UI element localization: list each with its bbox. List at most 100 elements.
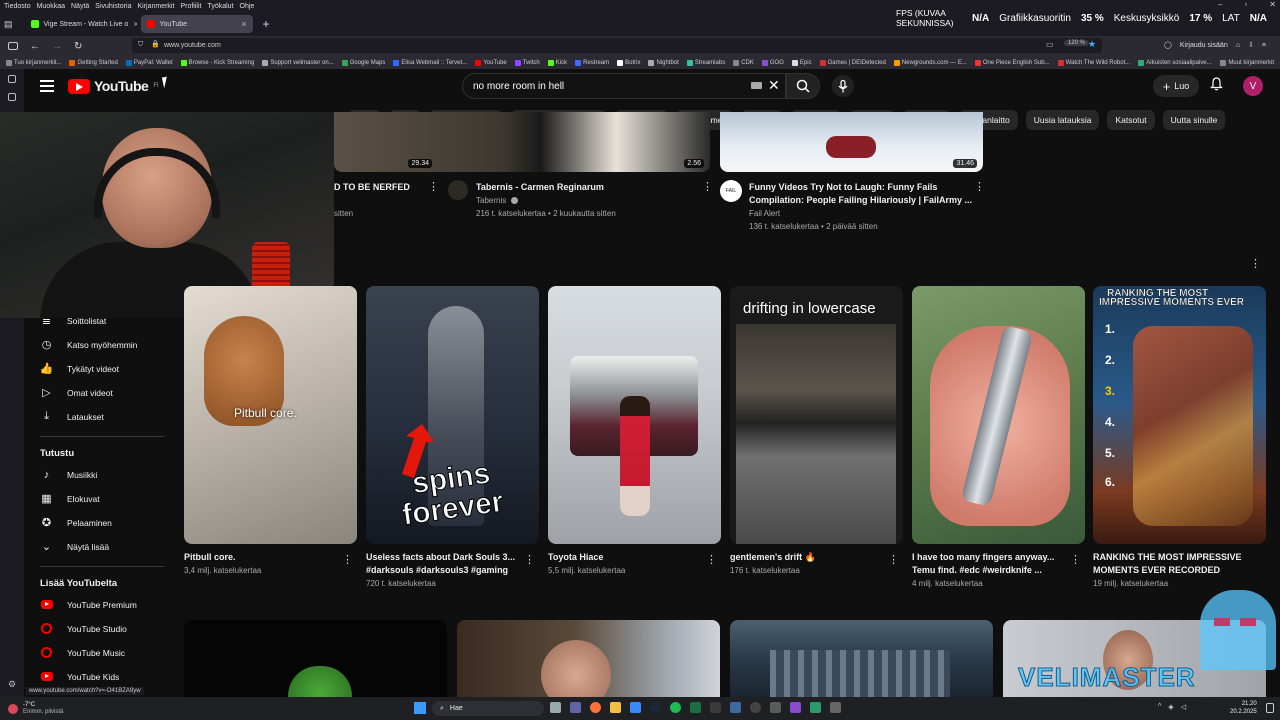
clock-time[interactable]: 21.20	[1242, 700, 1257, 708]
bookmark-item[interactable]: Aikuisten sosiaalipalve...	[1138, 59, 1212, 66]
taskbar-search[interactable]: ⌕ Hae	[432, 701, 544, 716]
lock-icon[interactable]: 🔒	[151, 40, 160, 48]
channel-name[interactable]: Tabernis	[476, 194, 506, 207]
menu-file[interactable]: Tiedosto	[4, 3, 31, 10]
sidebar-item-music[interactable]: ♪ Musiikki	[40, 468, 97, 481]
menu-profiles[interactable]: Profiilit	[180, 3, 201, 10]
firefox-icon[interactable]	[590, 702, 601, 713]
new-tab-icon[interactable]: +	[263, 17, 270, 31]
tab-youtube[interactable]: YouTube ×	[140, 15, 253, 33]
bookmark-item[interactable]: CDK	[733, 59, 754, 66]
signin-link[interactable]: Kirjaudu sisään	[1180, 42, 1228, 49]
store-icon[interactable]	[630, 702, 641, 713]
bookmark-item[interactable]: PayPal: Wallet	[125, 59, 173, 66]
bookmark-item[interactable]: Botrix	[617, 59, 640, 66]
short-thumbnail[interactable]: drifting in lowercase	[730, 286, 903, 544]
network-icon[interactable]: ◈	[1168, 703, 1173, 711]
reader-view-icon[interactable]: ▭	[1046, 40, 1054, 49]
tab-vige-stream[interactable]: Vige Stream - Watch Live o ×	[25, 15, 137, 33]
menu-view[interactable]: Näytä	[71, 3, 89, 10]
address-bar[interactable]: ⛉ 🔒 www.youtube.com ▭ 120 % ★	[132, 38, 1102, 53]
channel-avatar[interactable]: FAIL	[720, 180, 742, 202]
teams-icon[interactable]	[570, 702, 581, 713]
app-icon[interactable]	[770, 702, 781, 713]
zoom-level[interactable]: 120 %	[1064, 40, 1090, 46]
short-thumbnail[interactable]: Pitbull core.	[184, 286, 357, 544]
sidebar-item-youtube-music[interactable]: YouTube Music	[40, 646, 125, 659]
bookmark-item[interactable]: Games | DEIDetected	[819, 59, 886, 66]
channel-avatar[interactable]	[448, 180, 468, 200]
bookmark-item[interactable]: Tuo kirjanmerkit...	[6, 59, 61, 66]
video-title[interactable]: Tabernis - Carmen Reginarum	[476, 181, 604, 193]
menu-history[interactable]: Sivuhistoria	[95, 3, 131, 10]
volume-icon[interactable]: ◁	[1181, 703, 1186, 711]
more-options-icon[interactable]: ⋮	[888, 553, 899, 566]
more-options-icon[interactable]: ⋮	[974, 180, 985, 193]
menu-tools[interactable]: Työkalut	[207, 3, 233, 10]
more-options-icon[interactable]: ⋮	[706, 553, 717, 566]
short-title[interactable]: Toyota Hiace	[548, 551, 706, 564]
tab-list-icon[interactable]: ▤	[4, 19, 13, 30]
video-thumbnail[interactable]: 29.34 2.56	[334, 112, 710, 172]
bookmark-item[interactable]: Support velimaster on...	[262, 59, 334, 66]
hamburger-menu-icon[interactable]	[40, 80, 54, 92]
more-options-icon[interactable]: ⋮	[342, 553, 353, 566]
sidebar-tool-icon[interactable]	[8, 93, 16, 101]
extensions-icon[interactable]: ⌂	[1236, 42, 1240, 49]
sidebar-item-movies[interactable]: ▦ Elokuvat	[40, 492, 99, 505]
video-thumbnail[interactable]	[730, 620, 993, 697]
search-button[interactable]	[786, 73, 820, 99]
short-title-line1[interactable]: RANKING THE MOST IMPRESSIVE	[1093, 551, 1273, 564]
bookmark-item[interactable]: YouTube	[475, 59, 507, 66]
bookmark-item[interactable]: Newgrounds.com — E...	[893, 59, 967, 66]
channel-name[interactable]: Fail Alert	[749, 207, 780, 220]
app-icon[interactable]	[790, 702, 801, 713]
bookmark-item[interactable]: Twitch	[514, 59, 540, 66]
short-thumbnail[interactable]	[912, 286, 1085, 544]
menu-edit[interactable]: Muokkaa	[37, 3, 65, 10]
app-icon[interactable]	[810, 702, 821, 713]
windows-start-icon[interactable]	[414, 702, 426, 714]
sidebar-item-downloads[interactable]: ⤓ Lataukset	[40, 410, 104, 423]
bookmark-item[interactable]: Restream	[575, 59, 609, 66]
clear-search-icon[interactable]: ✕	[768, 77, 780, 94]
keyboard-icon[interactable]	[751, 82, 762, 89]
bookmark-item[interactable]: Muut kirjanmerkit	[1220, 59, 1274, 66]
sidebar-item-show-more[interactable]: ⌄ Näytä lisää	[40, 540, 109, 553]
short-thumbnail[interactable]: RANKING THE MOST IMPRESSIVE MOMENTS EVER…	[1093, 286, 1266, 544]
app-icon[interactable]	[710, 702, 721, 713]
shield-icon[interactable]: ⛉	[138, 41, 143, 49]
video-title[interactable]: D TO BE NERFED	[334, 181, 410, 193]
bookmark-item[interactable]: Nightbot	[648, 59, 679, 66]
sidebar-item-gaming[interactable]: ✪ Pelaaminen	[40, 516, 112, 529]
close-tab-icon[interactable]: ×	[241, 19, 246, 29]
bookmark-item[interactable]: One Piece English Sub...	[974, 59, 1050, 66]
bookmark-item[interactable]: Google Maps	[341, 59, 385, 66]
spotify-icon[interactable]	[670, 702, 681, 713]
bookmark-star-icon[interactable]: ★	[1088, 39, 1096, 50]
steam-icon[interactable]	[650, 702, 661, 713]
bookmark-item[interactable]: GOG	[761, 59, 784, 66]
bookmark-item[interactable]: Elisa Webmail :: Tervet...	[393, 59, 467, 66]
tray-chevron-icon[interactable]: ^	[1158, 703, 1161, 711]
short-title-line1[interactable]: Useless facts about Dark Souls 3...	[366, 551, 524, 564]
downloads-icon[interactable]: ⇩	[1248, 41, 1254, 49]
menu-help[interactable]: Ohje	[240, 3, 255, 10]
chip-katsotut[interactable]: Katsotut	[1107, 110, 1155, 130]
video-title-line2[interactable]: Compilation: People Failing Hilariously …	[749, 194, 972, 206]
short-title-line2[interactable]: Temu find. #edc #weirdknife ...	[912, 564, 1070, 577]
file-explorer-icon[interactable]	[610, 702, 621, 713]
forward-icon[interactable]: →	[52, 41, 62, 52]
more-options-icon[interactable]: ⋮	[1070, 553, 1081, 566]
menu-bookmarks[interactable]: Kirjanmerkit	[137, 3, 174, 10]
youtube-logo[interactable]: YouTube FI	[68, 78, 159, 94]
video-thumbnail[interactable]	[457, 620, 720, 697]
sidebar-item-watch-later[interactable]: ◷ Katso myöhemmin	[40, 338, 138, 351]
short-thumbnail[interactable]: spins forever	[366, 286, 539, 544]
sidebar-item-youtube-premium[interactable]: YouTube Premium	[40, 598, 137, 611]
notification-icon[interactable]	[1266, 703, 1274, 713]
bookmark-item[interactable]: Streamlabs	[686, 59, 725, 66]
account-icon[interactable]: ◯	[1164, 41, 1172, 49]
app-icon[interactable]	[730, 702, 741, 713]
short-title-line2[interactable]: MOMENTS EVER RECORDED	[1093, 564, 1251, 577]
